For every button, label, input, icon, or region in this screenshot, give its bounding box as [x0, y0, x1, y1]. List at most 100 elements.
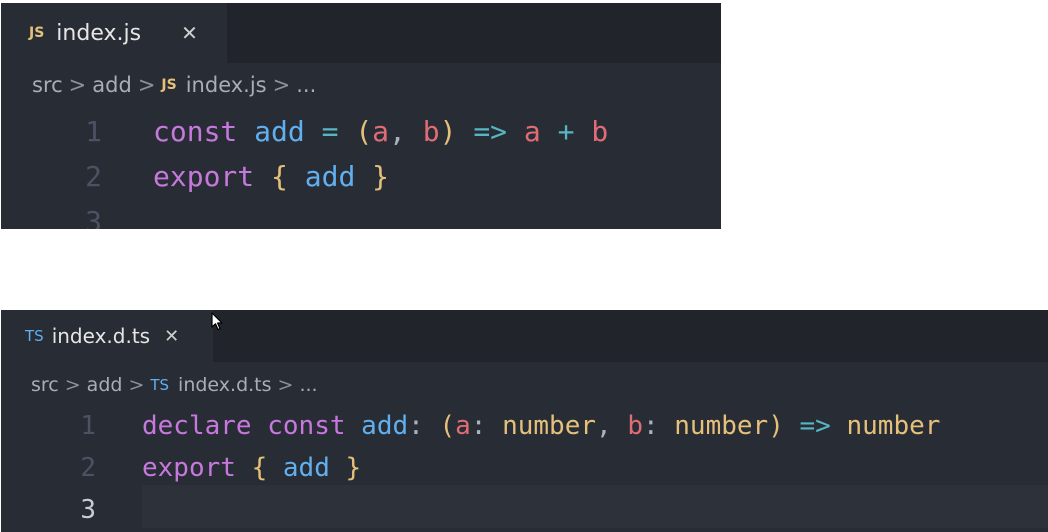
chevron-right-icon: > [64, 374, 81, 396]
line-number: 1 [80, 411, 96, 441]
breadcrumb-more[interactable]: ... [299, 374, 317, 396]
close-icon[interactable]: ✕ [164, 326, 179, 347]
js-editor-panel: JS index.js ✕ src > add > JS index.js > … [1, 3, 721, 229]
code-area[interactable]: 1 declare const add: (a: number, b: numb… [1, 406, 1048, 532]
code-token: a [372, 114, 390, 148]
js-file-icon: JS [29, 25, 45, 41]
tab-label: index.js [56, 20, 142, 46]
code-token: number [502, 411, 596, 441]
breadcrumb-item-src[interactable]: src [31, 374, 59, 396]
code-token: , [389, 114, 406, 148]
code-token: b [627, 411, 643, 441]
code-token: : [470, 411, 487, 441]
ts-editor-panel: TS index.d.ts ✕ src > add > TS index.d.t… [1, 310, 1048, 532]
code-token: { [271, 159, 288, 193]
tab-label: index.d.ts [51, 324, 151, 348]
code-line: 2 export { add } [1, 154, 721, 198]
code-token: } [345, 453, 362, 483]
code-token: add [254, 114, 305, 148]
chevron-right-icon: > [272, 73, 291, 97]
code-line: 1 const add = (a, b) => a + b [1, 109, 721, 153]
code-token: add [304, 159, 356, 193]
close-icon[interactable]: ✕ [181, 21, 198, 45]
line-content: export { add } [153, 160, 389, 193]
code-line-active: 3 [1, 485, 1048, 530]
code-token: number [674, 411, 769, 441]
breadcrumb-item-file[interactable]: index.d.ts [178, 374, 271, 396]
js-tab-bar: JS index.js ✕ [1, 3, 721, 63]
line-number: 3 [80, 495, 96, 525]
code-token: ) [768, 411, 784, 441]
code-token: export [153, 159, 255, 193]
code-token: number [846, 411, 941, 441]
code-token: = [321, 114, 339, 148]
code-token: } [372, 159, 390, 193]
code-token: => [473, 114, 508, 148]
breadcrumb-item-add[interactable]: add [92, 73, 132, 97]
code-token: add [361, 411, 409, 441]
ts-tab-bar: TS index.d.ts ✕ [1, 310, 1048, 362]
chevron-right-icon: > [68, 73, 87, 97]
tab-index-js[interactable]: JS index.js ✕ [1, 3, 227, 63]
line-content: const add = (a, b) => a + b [153, 115, 608, 148]
code-token: const [267, 411, 346, 441]
code-token: ( [355, 114, 373, 148]
code-area[interactable]: 1 const add = (a, b) => a + b 2 export {… [1, 107, 721, 230]
code-token: b [422, 114, 440, 148]
code-token: declare [142, 411, 252, 441]
line-content: export { add } [142, 453, 361, 483]
breadcrumb: src > add > JS index.js > ... [1, 65, 721, 105]
line-number: 3 [85, 204, 102, 230]
ts-file-icon: TS [150, 376, 170, 394]
chevron-right-icon: > [277, 374, 294, 396]
line-number: 2 [85, 159, 102, 193]
chevron-right-icon: > [128, 374, 145, 396]
line-content: declare const add: (a: number, b: number… [142, 411, 940, 441]
code-token: add [282, 453, 330, 483]
code-line: 3 [1, 199, 721, 230]
breadcrumb-item-file[interactable]: index.js [186, 73, 267, 97]
code-token: { [251, 453, 268, 483]
code-token: : [642, 411, 659, 441]
breadcrumb: src > add > TS index.d.ts > ... [1, 366, 1048, 404]
code-token: => [799, 411, 831, 441]
breadcrumb-item-add[interactable]: add [87, 374, 123, 396]
code-token: ( [439, 411, 456, 441]
code-line: 1 declare const add: (a: number, b: numb… [1, 406, 1048, 446]
js-file-icon: JS [161, 77, 177, 93]
code-token: a [523, 114, 541, 148]
code-line: 2 export { add } [1, 448, 1048, 488]
breadcrumb-more[interactable]: ... [296, 73, 316, 97]
code-token: b [591, 114, 609, 148]
breadcrumb-item-src[interactable]: src [32, 73, 63, 97]
code-token: const [153, 114, 238, 148]
tab-index-d-ts[interactable]: TS index.d.ts ✕ [1, 310, 213, 362]
code-token: ) [439, 114, 457, 148]
line-number: 2 [80, 453, 96, 483]
code-token: : [408, 411, 424, 441]
ts-file-icon: TS [25, 327, 44, 345]
code-token: + [557, 114, 575, 148]
code-token: , [596, 411, 612, 441]
